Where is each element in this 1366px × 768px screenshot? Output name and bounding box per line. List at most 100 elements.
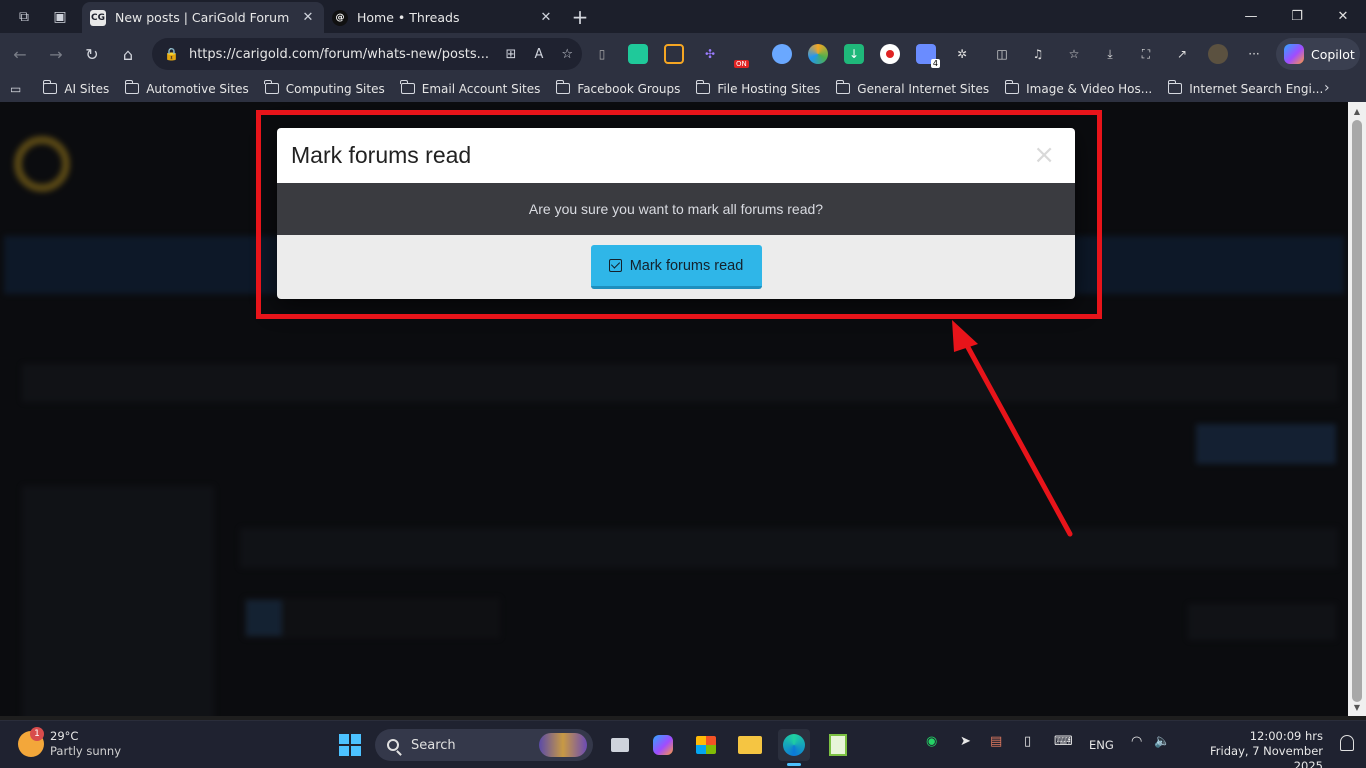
clock-time: 12:00:09 hrs bbox=[1249, 729, 1323, 743]
system-clock[interactable]: 12:00:09 hrs Friday, 7 November 2025 bbox=[1186, 729, 1323, 768]
restore-icon[interactable]: ❐ bbox=[1274, 0, 1320, 33]
extensions-puzzle-icon[interactable]: ✲ bbox=[952, 44, 972, 64]
whatsapp-icon[interactable]: ◉ bbox=[926, 734, 937, 749]
forward-icon[interactable]: → bbox=[38, 38, 74, 70]
bookmark-folder[interactable]: General Internet Sites bbox=[835, 80, 990, 96]
bookmark-folder[interactable]: File Hosting Sites bbox=[695, 80, 820, 96]
blurred-tabs bbox=[240, 528, 1338, 568]
favorites-icon[interactable]: ☆ bbox=[1064, 44, 1084, 64]
bookmark-folder[interactable]: Computing Sites bbox=[264, 80, 385, 96]
bookmark-folder[interactable]: Facebook Groups bbox=[555, 80, 680, 96]
browser-nav-bar: ← → ↻ ⌂ 🔒 https://carigold.com/forum/wha… bbox=[0, 33, 1366, 75]
share-icon[interactable]: ↗ bbox=[1172, 44, 1192, 64]
keyboard-icon[interactable]: ⌨ bbox=[1054, 734, 1073, 749]
url-text: https://carigold.com/forum/whats-new/pos… bbox=[188, 46, 490, 62]
threads-favicon-icon: @ bbox=[332, 9, 348, 26]
telegram-icon[interactable]: ➤ bbox=[960, 734, 971, 749]
bookmark-label: Internet Search Engi... bbox=[1189, 81, 1324, 96]
close-window-icon[interactable]: ✕ bbox=[1320, 0, 1366, 33]
tab-actions-icon[interactable]: ▣ bbox=[42, 0, 78, 33]
extension-record-icon[interactable] bbox=[880, 44, 900, 64]
bookmark-folder[interactable]: Automotive Sites bbox=[124, 80, 249, 96]
workspaces-icon[interactable]: ⧉ bbox=[6, 0, 42, 33]
language-indicator[interactable]: ENG bbox=[1089, 738, 1114, 752]
file-explorer-icon[interactable] bbox=[734, 729, 766, 761]
bookmark-label: AI Sites bbox=[64, 81, 110, 96]
tab-carigold[interactable]: CG New posts | CariGold Forum ✕ bbox=[82, 2, 324, 33]
scrollbar-thumb[interactable] bbox=[1352, 120, 1362, 702]
search-label: Search bbox=[411, 737, 456, 753]
media-control-icon[interactable]: ♫ bbox=[1028, 44, 1048, 64]
extension-orange-icon[interactable] bbox=[664, 44, 684, 64]
bookmark-folder[interactable]: Image & Video Hos... bbox=[1004, 80, 1153, 96]
close-tab-icon[interactable]: ✕ bbox=[538, 10, 554, 25]
folder-icon bbox=[42, 80, 58, 94]
bookmark-folder[interactable]: Email Account Sites bbox=[400, 80, 541, 96]
folder-icon bbox=[124, 80, 140, 94]
extension-on-icon[interactable]: ON bbox=[734, 44, 756, 68]
bookmark-label: General Internet Sites bbox=[857, 81, 990, 96]
extension-blue-circle-icon[interactable] bbox=[772, 44, 792, 64]
folder-icon bbox=[264, 80, 279, 94]
copilot-button[interactable]: Copilot bbox=[1276, 38, 1360, 70]
downloads-icon[interactable]: ⤓ bbox=[1100, 44, 1120, 64]
bookmark-label: Image & Video Hos... bbox=[1026, 81, 1153, 96]
lock-icon[interactable]: 🔒 bbox=[164, 47, 179, 61]
scroll-down-icon[interactable]: ▼ bbox=[1348, 700, 1366, 714]
extension-purple-icon[interactable]: ✣ bbox=[700, 44, 720, 64]
new-tab-button[interactable]: + bbox=[566, 4, 594, 30]
folder-icon bbox=[400, 80, 415, 94]
bookmark-label: Email Account Sites bbox=[421, 81, 541, 96]
close-tab-icon[interactable]: ✕ bbox=[300, 10, 316, 25]
task-view-icon[interactable] bbox=[604, 729, 636, 761]
microsoft-store-icon[interactable] bbox=[690, 729, 722, 761]
volume-icon[interactable]: 🔈 bbox=[1154, 734, 1170, 749]
notification-badge: 1 bbox=[30, 727, 44, 741]
address-bar[interactable]: 🔒 https://carigold.com/forum/whats-new/p… bbox=[152, 38, 582, 70]
extension-download-icon[interactable]: ↓ bbox=[844, 44, 864, 64]
favorite-star-icon[interactable]: ☆ bbox=[561, 47, 573, 62]
breadcrumb-bar bbox=[22, 364, 1338, 402]
taskbar-search[interactable]: Search bbox=[375, 729, 593, 761]
usb-icon[interactable]: ▯ bbox=[1024, 734, 1031, 749]
weather-widget[interactable]: 1 29°C Partly sunny bbox=[18, 727, 121, 759]
search-highlight-icon bbox=[539, 733, 587, 757]
bookmark-folder[interactable]: Internet Search Engi... bbox=[1167, 80, 1324, 96]
split-screen-icon[interactable]: ◫ bbox=[992, 44, 1012, 64]
copilot-logo-icon bbox=[1284, 44, 1304, 64]
bookmarks-overflow-chevron-icon[interactable]: › bbox=[1324, 80, 1330, 96]
browser-tab-bar: ⧉ ▣ CG New posts | CariGold Forum ✕ @ Ho… bbox=[0, 0, 1366, 33]
notification-bell-icon[interactable] bbox=[1340, 735, 1354, 751]
tab-threads[interactable]: @ Home • Threads ✕ bbox=[324, 2, 562, 33]
bookmark-label: Automotive Sites bbox=[146, 81, 249, 96]
reading-list-icon[interactable]: ▭ bbox=[10, 82, 21, 96]
home-icon[interactable]: ⌂ bbox=[110, 38, 146, 70]
page-scrollbar[interactable]: ▲ ▼ bbox=[1348, 102, 1366, 716]
start-button[interactable] bbox=[334, 729, 366, 761]
refresh-icon[interactable]: ↻ bbox=[74, 38, 110, 70]
extension-multicolor-icon[interactable] bbox=[808, 44, 828, 64]
minimize-icon[interactable]: — bbox=[1228, 0, 1274, 33]
blurred-button bbox=[1188, 604, 1336, 640]
scroll-up-icon[interactable]: ▲ bbox=[1348, 104, 1366, 118]
extension-profile-icon[interactable]: 4 bbox=[916, 44, 940, 68]
wifi-icon[interactable]: ◠ bbox=[1131, 734, 1142, 749]
tab-title: New posts | CariGold Forum bbox=[115, 10, 290, 25]
tray-app-icon[interactable]: ▤ bbox=[990, 734, 1002, 749]
screenshot-icon[interactable]: ⛶ bbox=[1136, 44, 1156, 64]
edge-browser-icon[interactable] bbox=[778, 729, 810, 766]
more-menu-icon[interactable]: ··· bbox=[1244, 44, 1264, 64]
extension-mouse-icon[interactable]: ▯ bbox=[592, 44, 612, 64]
copilot-label: Copilot bbox=[1311, 46, 1355, 62]
copilot-app-icon[interactable] bbox=[647, 729, 679, 761]
notepad-chart-icon[interactable] bbox=[822, 729, 854, 761]
profile-avatar[interactable] bbox=[1208, 44, 1228, 64]
windows-taskbar: 1 29°C Partly sunny Search ◉ ➤ ▤ ▯ ⌨ ENG… bbox=[0, 720, 1366, 768]
app-available-icon[interactable]: ⊞ bbox=[506, 47, 517, 62]
back-icon[interactable]: ← bbox=[2, 38, 38, 70]
extension-green-icon[interactable] bbox=[628, 44, 648, 64]
bookmark-folder[interactable]: AI Sites bbox=[42, 80, 110, 96]
search-icon bbox=[387, 739, 399, 751]
read-aloud-icon[interactable]: A bbox=[534, 47, 543, 62]
bookmark-label: Computing Sites bbox=[285, 81, 385, 96]
